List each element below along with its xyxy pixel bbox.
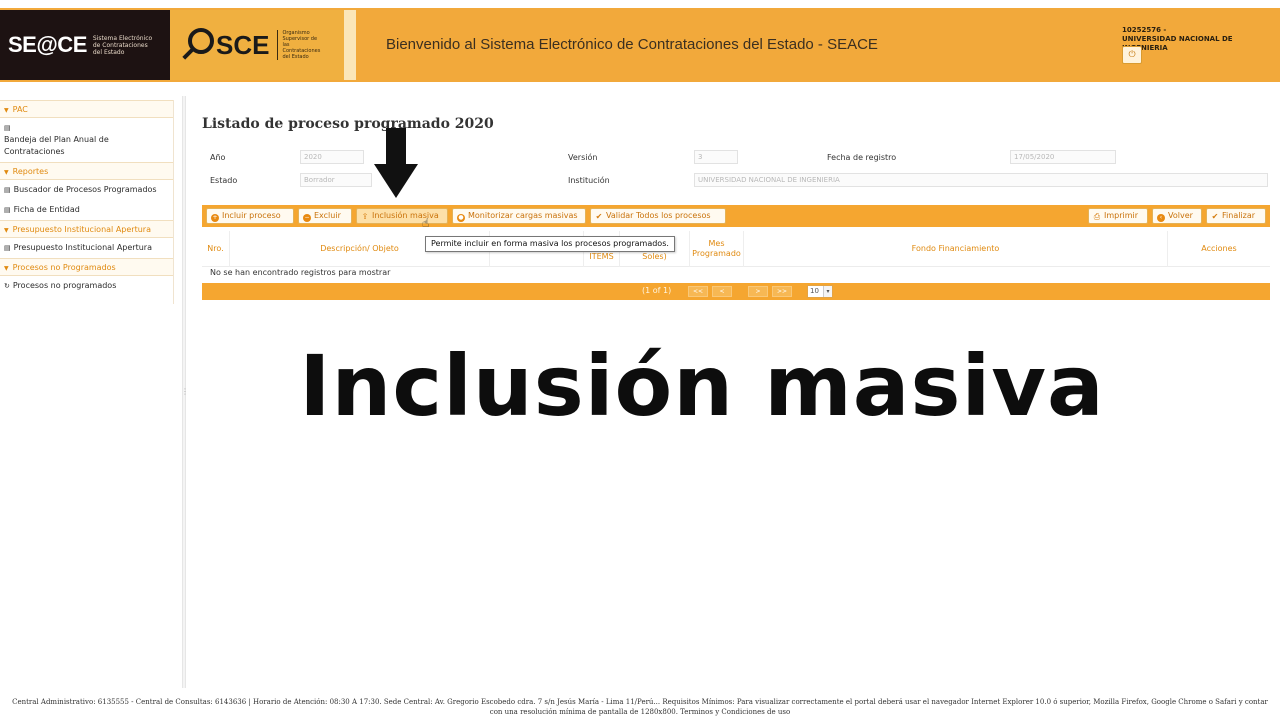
monitor-icon: ● (457, 214, 465, 222)
document-icon: ▤ (4, 186, 11, 194)
triangle-down-icon: ▼ (4, 227, 9, 234)
pager-next-button[interactable]: > (748, 286, 768, 297)
excluir-button[interactable]: − Excluir (298, 208, 352, 224)
estado-field[interactable]: Borrador (300, 173, 372, 187)
osce-logo-text: SCE (216, 29, 270, 60)
grid-pager: (1 of 1) << < > >> 10 ▾ (202, 283, 1270, 300)
triangle-down-icon: ▼ (4, 169, 9, 176)
welcome-text: Bienvenido al Sistema Electrónico de Con… (386, 36, 878, 53)
pager-last-button[interactable]: >> (772, 286, 792, 297)
power-icon: ⏻ (1128, 50, 1136, 60)
sidebar-section-presupuesto[interactable]: ▼ Presupuesto Institucional Apertura (0, 220, 173, 238)
version-field[interactable]: 3 (694, 150, 738, 164)
pager-first-button[interactable]: << (688, 286, 708, 297)
osce-logo-subtitle: Organismo Supervisor de las Contratacion… (277, 30, 321, 60)
print-icon: ⎙ (1093, 212, 1101, 221)
annotation-arrow-icon (386, 128, 406, 166)
sidebar-section-pac[interactable]: ▼ PAC (0, 100, 173, 118)
check-icon: ✔ (1211, 212, 1219, 221)
sidebar: ▼ PAC ▤ Bandeja del Plan Anual de Contrata… (0, 100, 174, 304)
chevron-down-icon: ▾ (823, 286, 832, 297)
back-icon: ‹ (1157, 214, 1165, 222)
pager-status: (1 of 1) (642, 286, 672, 295)
sidebar-item-ficha-entidad[interactable]: ▤ Ficha de Entidad (0, 200, 173, 220)
triangle-down-icon: ▼ (4, 107, 9, 114)
anio-field[interactable]: 2020 (300, 150, 364, 164)
institucion-field[interactable]: UNIVERSIDAD NACIONAL DE INGENIERIA (694, 173, 1268, 187)
minus-icon: − (303, 214, 311, 222)
sidebar-section-no-programados[interactable]: ▼ Procesos no Programados (0, 258, 173, 276)
check-icon: ✔ (595, 212, 603, 221)
seace-page: SE@CE Sistema Electrónico de Contratacio… (0, 0, 1280, 720)
refresh-icon: ↻ (4, 282, 10, 290)
user-code: 10252576 - (1122, 26, 1167, 34)
annotation-arrow-head (374, 164, 418, 198)
page-footer: Central Administrativo: 6135555 - Centra… (12, 698, 1268, 716)
document-icon: ▤ (4, 206, 11, 214)
user-info: 10252576 - UNIVERSIDAD NACIONAL DE INGEN… (1122, 26, 1280, 53)
empty-grid-message: No se han encontrado registros para most… (210, 268, 391, 277)
finalizar-button[interactable]: ✔ Finalizar (1206, 208, 1266, 224)
sidebar-section-reportes[interactable]: ▼ Reportes (0, 162, 173, 180)
institucion-label: Institución (568, 176, 610, 185)
hand-cursor-icon: ☝ (422, 216, 430, 230)
col-acciones[interactable]: Acciones (1168, 231, 1270, 267)
sidebar-item-bandeja-pac[interactable]: ▤ Bandeja del Plan Anual de Contratacione… (0, 118, 173, 162)
anio-label: Año (210, 153, 226, 162)
validar-todos-button[interactable]: ✔ Validar Todos los procesos (590, 208, 726, 224)
page-title: Listado de proceso programado 2020 (202, 116, 494, 132)
col-fondo-financiamiento[interactable]: Fondo Financiamiento (744, 231, 1168, 267)
sidebar-item-buscador[interactable]: ▤ Buscador de Procesos Programados (0, 180, 173, 200)
fecha-registro-label: Fecha de registro (827, 153, 897, 162)
plus-icon: + (211, 214, 219, 222)
process-grid-header: Nro. Descripción/ Objeto ITEMS Soles) Me… (202, 231, 1270, 267)
process-toolbar: + Incluir proceso − Excluir ⇪ Inclusión mas… (202, 205, 1270, 227)
logout-button[interactable]: ⏻ (1122, 46, 1142, 64)
sidebar-item-presupuesto[interactable]: ▤ Presupuesto Institucional Apertura (0, 238, 173, 258)
version-label: Versión (568, 153, 598, 162)
col-mes-programado[interactable]: Mes Programado (690, 231, 744, 267)
incluir-proceso-button[interactable]: + Incluir proceso (206, 208, 294, 224)
estado-label: Estado (210, 176, 238, 185)
osce-logo[interactable]: SCE Organismo Supervisor de las Contrata… (170, 10, 356, 80)
monitorizar-cargas-button[interactable]: ● Monitorizar cargas masivas (452, 208, 586, 224)
document-icon: ▤ (4, 244, 11, 252)
video-caption: Inclusión masiva (299, 337, 1105, 435)
document-icon: ▤ (4, 124, 11, 132)
logo-stripe (344, 10, 356, 80)
volver-button[interactable]: ‹ Volver (1152, 208, 1202, 224)
splitter-grip-icon[interactable]: ⋮ (181, 380, 189, 404)
user-entity: UNIVERSIDAD NACIONAL DE INGENIERIA (1122, 35, 1233, 52)
fecha-registro-field[interactable]: 17/05/2020 (1010, 150, 1116, 164)
col-nro[interactable]: Nro. (202, 231, 230, 267)
inclusion-masiva-tooltip: Permite incluir en forma masiva los proc… (425, 236, 675, 252)
seace-logo[interactable]: SE@CE Sistema Electrónico de Contratacio… (0, 10, 170, 80)
inclusion-masiva-button[interactable]: ⇪ Inclusión masiva (356, 208, 448, 224)
magnifier-icon (188, 28, 214, 54)
sidebar-item-no-programados[interactable]: ↻ Procesos no programados (0, 276, 173, 296)
pager-prev-button[interactable]: < (712, 286, 732, 297)
triangle-down-icon: ▼ (4, 265, 9, 272)
imprimir-button[interactable]: ⎙ Imprimir (1088, 208, 1148, 224)
upload-icon: ⇪ (361, 212, 369, 221)
seace-logo-text: SE@CE (8, 32, 87, 57)
seace-logo-subtitle: Sistema Electrónico de Contrataciones de… (92, 34, 153, 56)
page-size-select[interactable]: 10 ▾ (807, 285, 833, 298)
